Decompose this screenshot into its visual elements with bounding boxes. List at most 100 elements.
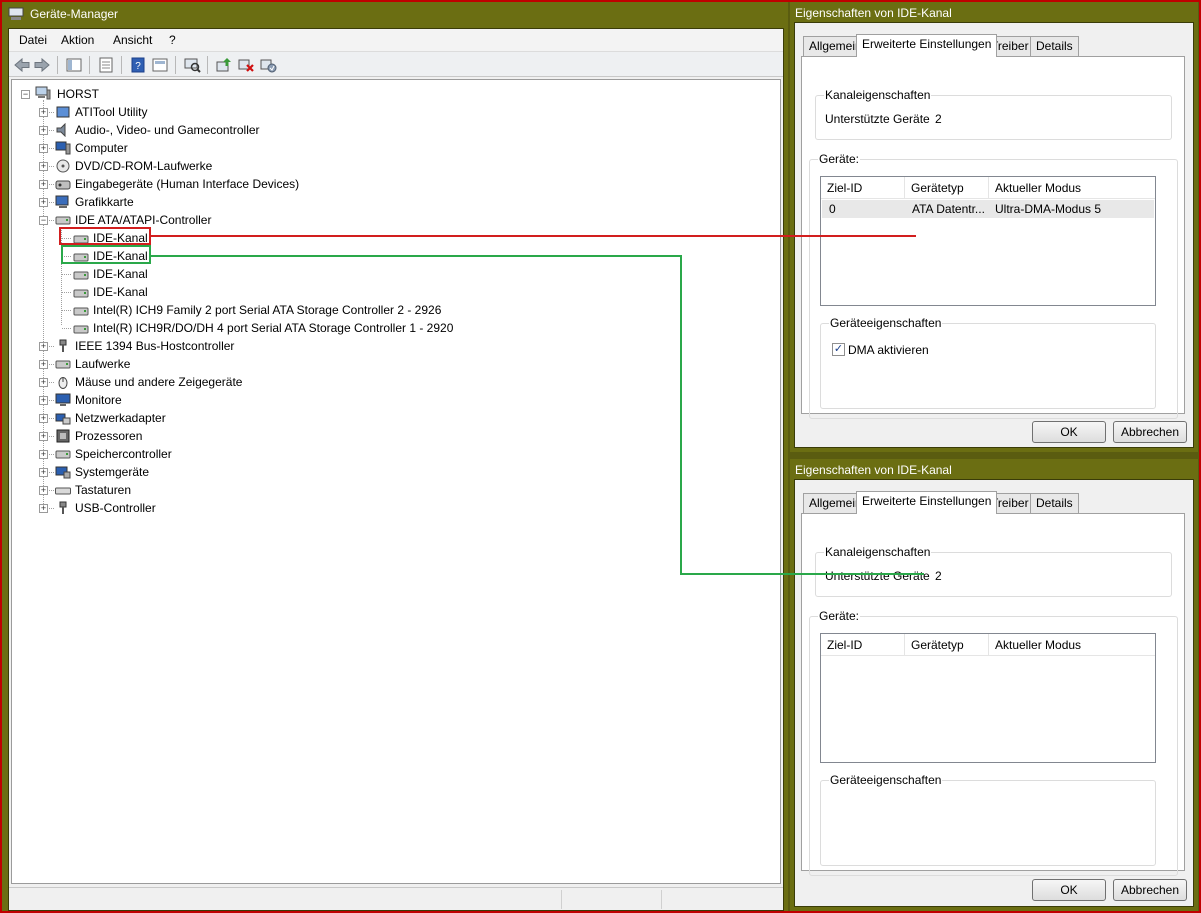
cell-geraetetyp: ATA Datentr... bbox=[912, 202, 984, 216]
category-expand-toggle[interactable]: + bbox=[39, 126, 48, 135]
group-title: Geräteeigenschaften bbox=[829, 773, 943, 787]
category-label: Speichercontroller bbox=[75, 447, 172, 461]
menu-aktion[interactable]: Aktion bbox=[61, 33, 94, 47]
devices-listview[interactable]: Ziel-ID Gerätetyp Aktueller Modus bbox=[820, 633, 1156, 763]
category-expand-toggle[interactable]: + bbox=[39, 342, 48, 351]
properties-icon[interactable] bbox=[97, 56, 115, 74]
status-bar bbox=[9, 887, 783, 910]
category-expand-toggle[interactable]: + bbox=[39, 378, 48, 387]
tab-details[interactable]: Details bbox=[1030, 36, 1079, 56]
category-expand-toggle[interactable]: + bbox=[39, 414, 48, 423]
dialog-title[interactable]: Eigenschaften von IDE-Kanal bbox=[795, 463, 952, 477]
category-expand-toggle[interactable]: + bbox=[39, 504, 48, 513]
cell-aktueller-modus: Ultra-DMA-Modus 5 bbox=[995, 202, 1102, 216]
cancel-button[interactable]: Abbrechen bbox=[1113, 879, 1187, 901]
speaker-icon bbox=[56, 123, 66, 137]
category-expand-toggle[interactable]: + bbox=[39, 486, 48, 495]
ide-channel-icon bbox=[73, 271, 89, 280]
category-expand-toggle[interactable]: − bbox=[39, 216, 48, 225]
category-expand-toggle[interactable]: + bbox=[39, 198, 48, 207]
group-title: Geräte: bbox=[818, 609, 861, 623]
dma-checkbox-label[interactable]: DMA aktivieren bbox=[848, 343, 929, 357]
group-title: Kanaleigenschaften bbox=[824, 88, 932, 102]
network-adapter-icon bbox=[55, 413, 71, 425]
category-label: ATITool Utility bbox=[75, 105, 148, 119]
category-label: IEEE 1394 Bus-Hostcontroller bbox=[75, 339, 235, 353]
column-aktueller-modus[interactable]: Aktueller Modus bbox=[989, 634, 1155, 656]
forward-icon[interactable] bbox=[33, 56, 51, 74]
unterstuetzte-geraete-label: Unterstützte Geräte bbox=[825, 112, 930, 126]
dialog-title[interactable]: Eigenschaften von IDE-Kanal bbox=[795, 6, 952, 20]
root-label: HORST bbox=[57, 87, 99, 101]
tree-line bbox=[49, 166, 54, 167]
back-icon[interactable] bbox=[13, 56, 31, 74]
processor-icon bbox=[56, 429, 70, 443]
unterstuetzte-geraete-value: 2 bbox=[935, 112, 942, 126]
storage-controller-icon bbox=[55, 450, 71, 459]
tree-line bbox=[49, 112, 54, 113]
ok-button[interactable]: OK bbox=[1032, 421, 1106, 443]
device-tree[interactable]: − HORST + ATITool Utility + Audio-, Video- … bbox=[11, 79, 781, 884]
status-cell bbox=[661, 890, 781, 909]
device-label: Intel(R) ICH9 Family 2 port Serial ATA S… bbox=[93, 303, 442, 317]
category-expand-toggle[interactable]: + bbox=[39, 360, 48, 369]
group-title: Geräte: bbox=[818, 152, 861, 166]
disable-icon[interactable] bbox=[259, 56, 277, 74]
column-ziel-id[interactable]: Ziel-ID bbox=[821, 177, 905, 199]
help-icon[interactable]: ? bbox=[129, 56, 147, 74]
tab-details[interactable]: Details bbox=[1030, 493, 1079, 513]
category-expand-toggle[interactable]: + bbox=[39, 180, 48, 189]
toolbar-separator bbox=[207, 56, 208, 74]
column-geraetetyp[interactable]: Gerätetyp bbox=[905, 177, 989, 199]
tab-erweiterte-einstellungen[interactable]: Erweiterte Einstellungen bbox=[856, 34, 998, 57]
column-geraetetyp[interactable]: Gerätetyp bbox=[905, 634, 989, 656]
tree-line bbox=[49, 202, 54, 203]
hid-icon bbox=[55, 180, 71, 190]
category-expand-toggle[interactable]: + bbox=[39, 144, 48, 153]
tab-panel: Kanaleigenschaften Unterstützte Geräte 2… bbox=[801, 513, 1185, 876]
firewire-icon bbox=[59, 339, 67, 352]
device-manager-icon bbox=[8, 7, 24, 20]
cancel-button[interactable]: Abbrechen bbox=[1113, 421, 1187, 443]
menu-ansicht[interactable]: Ansicht bbox=[113, 33, 152, 47]
category-label: DVD/CD-ROM-Laufwerke bbox=[75, 159, 213, 173]
ok-button[interactable]: OK bbox=[1032, 879, 1106, 901]
column-ziel-id[interactable]: Ziel-ID bbox=[821, 634, 905, 656]
category-expand-toggle[interactable]: + bbox=[39, 432, 48, 441]
category-expand-toggle[interactable]: + bbox=[39, 450, 48, 459]
devices-listview[interactable]: Ziel-ID Gerätetyp Aktueller Modus 0 ATA … bbox=[820, 176, 1156, 306]
tree-line bbox=[49, 472, 54, 473]
tree-line bbox=[62, 292, 71, 293]
category-label: Computer bbox=[75, 141, 128, 155]
category-expand-toggle[interactable]: + bbox=[39, 396, 48, 405]
uninstall-icon[interactable] bbox=[237, 56, 255, 74]
svg-text:?: ? bbox=[135, 61, 141, 72]
device-manager-titlebar[interactable]: Geräte-Manager bbox=[2, 2, 788, 26]
menu-datei[interactable]: Datei bbox=[19, 33, 47, 47]
table-row[interactable]: 0 ATA Datentr... Ultra-DMA-Modus 5 bbox=[822, 200, 1154, 218]
keyboard-icon bbox=[55, 487, 71, 495]
tree-line bbox=[49, 148, 54, 149]
category-label: Grafikkarte bbox=[75, 195, 134, 209]
view-icon[interactable] bbox=[151, 56, 169, 74]
group-title: Kanaleigenschaften bbox=[824, 545, 932, 559]
column-aktueller-modus[interactable]: Aktueller Modus bbox=[989, 177, 1155, 199]
category-expand-toggle[interactable]: + bbox=[39, 162, 48, 171]
scan-hardware-icon[interactable] bbox=[183, 56, 201, 74]
dma-checkbox[interactable]: ✓ bbox=[832, 343, 845, 356]
tree-line bbox=[49, 436, 54, 437]
mouse-icon bbox=[58, 377, 68, 389]
menu-help[interactable]: ? bbox=[169, 33, 176, 47]
category-expand-toggle[interactable]: + bbox=[39, 468, 48, 477]
unterstuetzte-geraete-value: 2 bbox=[935, 569, 942, 583]
category-expand-toggle[interactable]: + bbox=[39, 108, 48, 117]
tab-erweiterte-einstellungen[interactable]: Erweiterte Einstellungen bbox=[856, 491, 998, 514]
geraeteeigenschaften-group: Geräteeigenschaften bbox=[820, 773, 1156, 866]
console-tree-icon[interactable] bbox=[65, 56, 83, 74]
root-collapse-toggle[interactable]: − bbox=[21, 90, 30, 99]
computer-root-icon bbox=[35, 86, 51, 100]
update-driver-icon[interactable] bbox=[215, 56, 233, 74]
display-adapter-icon bbox=[55, 195, 69, 208]
connector-line-green bbox=[680, 573, 924, 575]
monitor-icon bbox=[55, 393, 71, 406]
